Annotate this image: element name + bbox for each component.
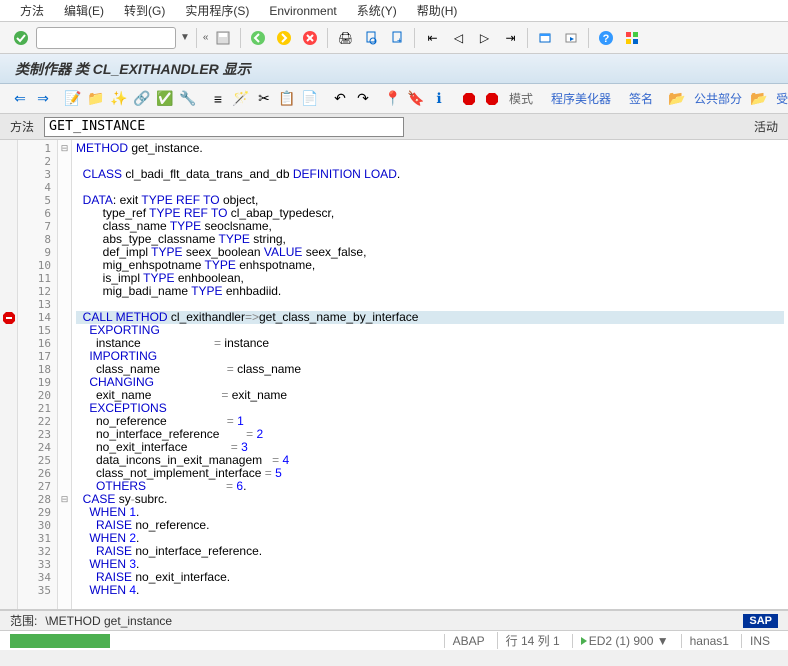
back-icon[interactable]	[247, 27, 269, 49]
menu-bar: 方法 编辑(E) 转到(G) 实用程序(S) Environment 系统(Y)…	[0, 0, 788, 22]
breakpoint-marker-icon[interactable]	[2, 311, 16, 325]
code-line[interactable]: RAISE no_reference.	[76, 519, 784, 532]
pretty-printer-button[interactable]: 程序美化器	[547, 90, 615, 107]
code-line[interactable]: CLASS cl_badi_flt_data_trans_and_db DEFI…	[76, 168, 784, 181]
status-system: ED2 (1) 900 ▼	[572, 634, 677, 648]
code-line[interactable]: RAISE no_exit_interface.	[76, 571, 784, 584]
where-used-icon[interactable]: ≡	[208, 89, 228, 109]
method-label: 方法	[10, 118, 34, 135]
code-line[interactable]: METHOD get_instance.	[76, 142, 784, 155]
code-line[interactable]: RAISE no_interface_reference.	[76, 545, 784, 558]
scope-bar: 范围: \METHOD get_instance SAP	[0, 610, 788, 630]
standard-toolbar: ▼ « 🖨 + ⇤ ◁ ▷ ⇥ ?	[0, 22, 788, 54]
menu-utilities[interactable]: 实用程序(S)	[185, 2, 249, 19]
find-next-icon[interactable]: +	[386, 27, 408, 49]
protected-section-button[interactable]: 受保护	[772, 90, 788, 107]
menu-help[interactable]: 帮助(H)	[417, 2, 458, 19]
nav-back-icon[interactable]: ⇐	[10, 89, 30, 109]
enhance-icon[interactable]: ✨	[109, 89, 129, 109]
command-dropdown-icon[interactable]: ▼	[180, 32, 190, 43]
cut-icon[interactable]: ✂	[254, 89, 274, 109]
status-server: hanas1	[681, 634, 737, 648]
exit-icon[interactable]	[273, 27, 295, 49]
copy-icon[interactable]: 📋	[277, 89, 297, 109]
arrow-icon	[581, 637, 587, 645]
code-line[interactable]: CASE sy-subrc.	[76, 493, 784, 506]
page-title: 类制作器 类 CL_EXITHANDLER 显示	[15, 59, 251, 79]
app-toolbar: ⇐ ⇒ 📝 📁 ✨ 🔗 ✅ 🔧 ≡ 🪄 ✂ 📋 📄 ↶ ↷ 📍 🔖 ℹ 模式 程…	[0, 84, 788, 114]
prev-page-icon[interactable]: ◁	[447, 27, 469, 49]
ok-icon[interactable]	[10, 27, 32, 49]
fold-toggle[interactable]: ⊟	[58, 493, 71, 506]
progress-bar	[10, 634, 110, 648]
protected-section-icon[interactable]: 📂	[749, 89, 769, 109]
pattern-button[interactable]: 模式	[505, 90, 537, 107]
code-line[interactable]: OTHERS = 6.	[76, 480, 784, 493]
bookmark-icon[interactable]: 🔖	[406, 89, 426, 109]
find-icon[interactable]	[360, 27, 382, 49]
code-area[interactable]: METHOD get_instance. CLASS cl_badi_flt_d…	[72, 140, 788, 609]
svg-text:?: ?	[603, 33, 610, 45]
method-field-bar: 方法 活动	[0, 114, 788, 140]
active-label: 活动	[754, 118, 778, 135]
scope-label: 范围:	[10, 612, 37, 629]
layout-icon[interactable]	[621, 27, 643, 49]
redo-icon[interactable]: ↷	[353, 89, 373, 109]
code-line[interactable]: mig_badi_name TYPE enhbadiid.	[76, 285, 784, 298]
other-object-icon[interactable]: 📁	[86, 89, 106, 109]
breakpoint-column[interactable]	[0, 140, 18, 609]
save-icon[interactable]	[212, 27, 234, 49]
code-line[interactable]: WHEN 4.	[76, 584, 784, 597]
display-change-icon[interactable]: 📝	[63, 89, 83, 109]
check-icon[interactable]: 🔗	[132, 89, 152, 109]
svg-text:+: +	[397, 36, 402, 45]
menu-environment[interactable]: Environment	[269, 4, 336, 18]
breakpoint-icon[interactable]: 📍	[383, 89, 403, 109]
sap-logo: SAP	[743, 614, 778, 628]
public-section-icon[interactable]: 📂	[667, 89, 687, 109]
status-insert-mode: INS	[741, 634, 778, 648]
activate-icon[interactable]: ✅	[155, 89, 175, 109]
collapse-icon[interactable]: «	[203, 32, 209, 43]
test-icon[interactable]: 🔧	[178, 89, 198, 109]
scope-path: \METHOD get_instance	[45, 614, 172, 628]
public-section-button[interactable]: 公共部分	[690, 90, 746, 107]
code-line[interactable]: exit_name = exit_name	[76, 389, 784, 402]
title-bar: 类制作器 类 CL_EXITHANDLER 显示	[0, 54, 788, 84]
new-session-icon[interactable]	[534, 27, 556, 49]
menu-method[interactable]: 方法	[20, 2, 44, 19]
nav-forward-icon[interactable]: ⇒	[33, 89, 53, 109]
code-line[interactable]: class_name = class_name	[76, 363, 784, 376]
status-lang: ABAP	[444, 634, 493, 648]
menu-system[interactable]: 系统(Y)	[357, 2, 397, 19]
cancel-icon[interactable]	[299, 27, 321, 49]
code-line[interactable]: instance = instance	[76, 337, 784, 350]
signature-button[interactable]: 签名	[625, 90, 657, 107]
next-page-icon[interactable]: ▷	[473, 27, 495, 49]
print-icon[interactable]: 🖨	[334, 27, 356, 49]
code-editor[interactable]: 1234567891011121314151617181920212223242…	[0, 140, 788, 610]
status-bar: ABAP 行 14 列 1 ED2 (1) 900 ▼ hanas1 INS	[0, 630, 788, 650]
menu-goto[interactable]: 转到(G)	[124, 2, 165, 19]
first-page-icon[interactable]: ⇤	[421, 27, 443, 49]
shortcut-icon[interactable]	[560, 27, 582, 49]
status-position: 行 14 列 1	[497, 632, 568, 649]
menu-edit[interactable]: 编辑(E)	[64, 2, 104, 19]
fold-toggle[interactable]: ⊟	[58, 142, 71, 155]
fold-column[interactable]: ⊟⊟	[58, 140, 72, 609]
wand-icon[interactable]: 🪄	[231, 89, 251, 109]
line-number-gutter: 1234567891011121314151617181920212223242…	[18, 140, 58, 609]
help-icon[interactable]: ?	[595, 27, 617, 49]
command-field[interactable]	[36, 27, 176, 49]
code-line[interactable]: CALL METHOD cl_exithandler=>get_class_na…	[76, 311, 784, 324]
method-name-input[interactable]	[44, 117, 404, 137]
paste-icon[interactable]: 📄	[300, 89, 320, 109]
undo-icon[interactable]: ↶	[330, 89, 350, 109]
stop-icon[interactable]	[459, 89, 479, 109]
last-page-icon[interactable]: ⇥	[499, 27, 521, 49]
stop2-icon[interactable]	[482, 89, 502, 109]
info-icon[interactable]: ℹ	[429, 89, 449, 109]
